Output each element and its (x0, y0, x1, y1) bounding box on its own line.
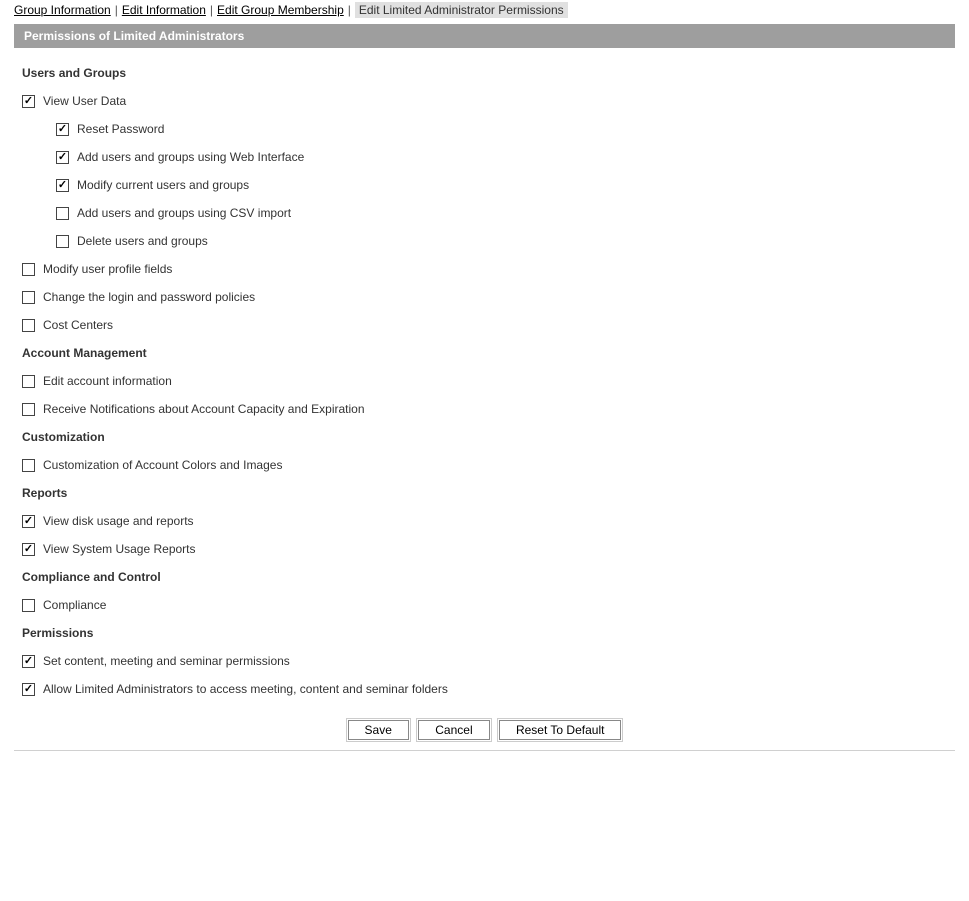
permission-sublabel: Add users and groups using Web Interface (77, 150, 304, 164)
checkbox[interactable] (56, 207, 69, 220)
permission-item: Receive Notifications about Account Capa… (22, 402, 955, 416)
bottom-divider (14, 750, 955, 751)
permission-label: Set content, meeting and seminar permiss… (43, 654, 290, 668)
group-heading: Users and Groups (22, 66, 955, 80)
group-heading: Reports (22, 486, 955, 500)
checkbox[interactable] (56, 151, 69, 164)
tab-separator: | (206, 3, 217, 17)
permission-item: Cost Centers (22, 318, 955, 332)
checkbox[interactable] (22, 683, 35, 696)
permissions-content: Users and Groups View User Data Reset Pass… (14, 66, 955, 696)
checkbox[interactable] (22, 543, 35, 556)
permission-item: View User Data (22, 94, 955, 108)
permission-label: Modify user profile fields (43, 262, 172, 276)
permission-item: Compliance (22, 598, 955, 612)
permission-subitem: Reset Password (56, 122, 955, 136)
cancel-button[interactable]: Cancel (418, 720, 489, 740)
permission-sublabel: Delete users and groups (77, 234, 208, 248)
checkbox[interactable] (22, 655, 35, 668)
checkbox[interactable] (22, 95, 35, 108)
permission-label: View User Data (43, 94, 126, 108)
permission-item: Modify user profile fields (22, 262, 955, 276)
tab-separator: | (111, 3, 122, 17)
permission-item: Set content, meeting and seminar permiss… (22, 654, 955, 668)
section-header: Permissions of Limited Administrators (14, 24, 955, 48)
group-heading: Compliance and Control (22, 570, 955, 584)
permission-label: View disk usage and reports (43, 514, 194, 528)
checkbox[interactable] (22, 599, 35, 612)
permission-item: Edit account information (22, 374, 955, 388)
permission-label: Cost Centers (43, 318, 113, 332)
checkbox[interactable] (22, 459, 35, 472)
tab-link[interactable]: Edit Group Membership (217, 3, 344, 17)
permission-subitem: Modify current users and groups (56, 178, 955, 192)
checkbox[interactable] (56, 235, 69, 248)
group-heading: Account Management (22, 346, 955, 360)
tab-active: Edit Limited Administrator Permissions (355, 2, 568, 18)
checkbox[interactable] (56, 123, 69, 136)
checkbox[interactable] (22, 375, 35, 388)
permission-label: Compliance (43, 598, 106, 612)
permission-label: Edit account information (43, 374, 172, 388)
checkbox[interactable] (22, 319, 35, 332)
group-heading: Permissions (22, 626, 955, 640)
action-button-row: Save Cancel Reset To Default (14, 710, 955, 744)
tab-bar: Group Information|Edit Information|Edit … (14, 0, 955, 24)
permission-item: Allow Limited Administrators to access m… (22, 682, 955, 696)
save-button[interactable]: Save (348, 720, 409, 740)
checkbox[interactable] (22, 515, 35, 528)
checkbox[interactable] (56, 179, 69, 192)
permission-label: Receive Notifications about Account Capa… (43, 402, 365, 416)
tab-link[interactable]: Group Information (14, 3, 111, 17)
checkbox[interactable] (22, 291, 35, 304)
permission-label: View System Usage Reports (43, 542, 196, 556)
permission-subitem: Add users and groups using Web Interface (56, 150, 955, 164)
permission-subitems: Reset Password Add users and groups using… (56, 122, 955, 248)
permission-label: Change the login and password policies (43, 290, 255, 304)
permission-sublabel: Add users and groups using CSV import (77, 206, 291, 220)
permission-item: Customization of Account Colors and Imag… (22, 458, 955, 472)
tab-link[interactable]: Edit Information (122, 3, 206, 17)
permission-item: View disk usage and reports (22, 514, 955, 528)
permission-label: Allow Limited Administrators to access m… (43, 682, 448, 696)
tab-separator: | (344, 3, 355, 17)
permission-subitem: Delete users and groups (56, 234, 955, 248)
reset-to-default-button[interactable]: Reset To Default (499, 720, 622, 740)
checkbox[interactable] (22, 403, 35, 416)
group-heading: Customization (22, 430, 955, 444)
permission-subitem: Add users and groups using CSV import (56, 206, 955, 220)
permission-sublabel: Reset Password (77, 122, 164, 136)
permission-sublabel: Modify current users and groups (77, 178, 249, 192)
permission-item: View System Usage Reports (22, 542, 955, 556)
checkbox[interactable] (22, 263, 35, 276)
permission-item: Change the login and password policies (22, 290, 955, 304)
permission-label: Customization of Account Colors and Imag… (43, 458, 282, 472)
